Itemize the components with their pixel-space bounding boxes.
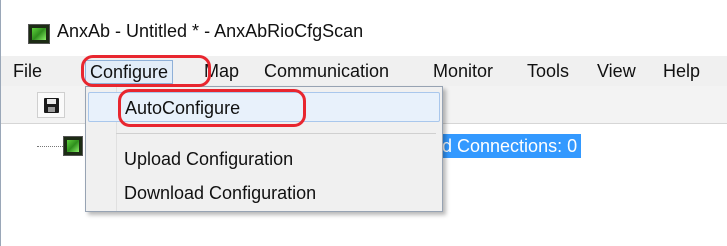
configure-dropdown-menu: AutoConfigure Upload Configuration Downl… [85, 86, 443, 212]
tree-connector [37, 146, 63, 147]
menu-item-download-configuration[interactable]: Download Configuration [88, 178, 440, 208]
app-icon [28, 24, 50, 44]
floppy-disk-icon [44, 98, 59, 113]
menu-help[interactable]: Help [659, 60, 704, 84]
menu-monitor[interactable]: Monitor [429, 60, 497, 84]
menu-configure[interactable]: Configure [85, 60, 174, 84]
window-title: AnxAb - Untitled * - AnxAbRioCfgScan [57, 21, 364, 41]
menu-tools[interactable]: Tools [523, 60, 573, 84]
app-window: AnxAb - Untitled * - AnxAbRioCfgScan Fil… [0, 0, 727, 246]
menu-item-autoconfigure[interactable]: AutoConfigure [88, 92, 440, 122]
menu-item-upload-configuration[interactable]: Upload Configuration [88, 144, 440, 174]
save-button[interactable] [37, 92, 65, 118]
menu-bar: File Configure Map Communication Monitor… [1, 56, 727, 86]
menu-map[interactable]: Map [200, 60, 243, 84]
tree-node-icon[interactable] [63, 136, 83, 156]
tree-node-label[interactable]: ired Connections: 0 [426, 134, 582, 158]
tree-node-text: ired Connections: 0 [426, 136, 578, 156]
menu-communication[interactable]: Communication [260, 60, 393, 84]
title-bar: AnxAb - Untitled * - AnxAbRioCfgScan [1, 0, 727, 56]
menu-separator [116, 133, 436, 134]
menu-file[interactable]: File [9, 60, 46, 84]
menu-view[interactable]: View [593, 60, 640, 84]
